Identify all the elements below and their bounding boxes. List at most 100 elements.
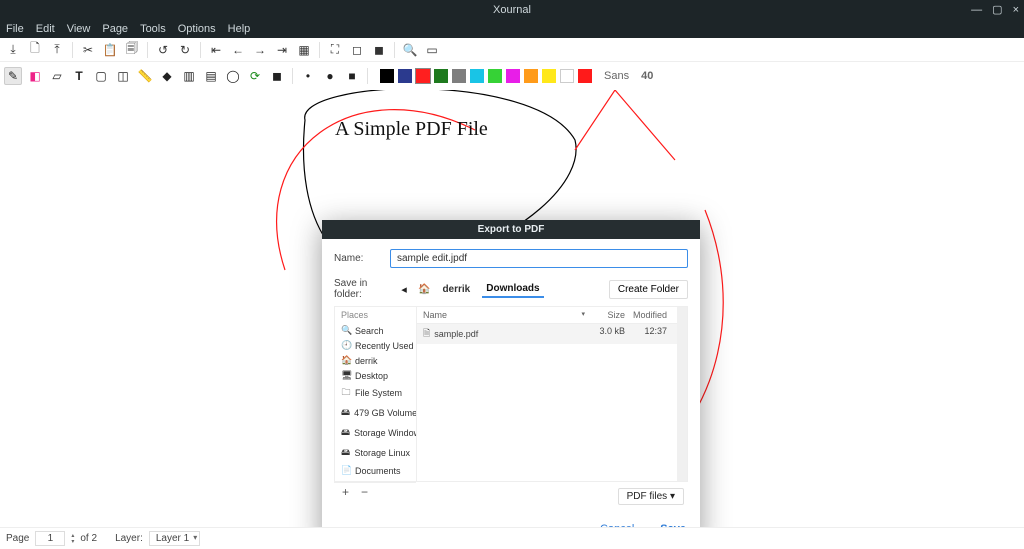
color-green[interactable]	[434, 69, 448, 83]
minimize-button[interactable]: —	[971, 0, 982, 20]
place-documents[interactable]: 📄Documents	[335, 463, 416, 478]
menu-edit[interactable]: Edit	[36, 23, 55, 35]
save-in-folder-label: Save in folder:	[334, 278, 390, 300]
place-desktop[interactable]: 🖥Desktop	[335, 368, 416, 383]
redo-icon[interactable]: ↻	[176, 41, 194, 59]
export-pdf-dialog: Export to PDF Name: Save in folder: ◂ 🏠 …	[322, 220, 700, 530]
menu-view[interactable]: View	[67, 23, 91, 35]
file-row[interactable]: 🗎sample.pdf 3.0 kB 12:37	[417, 324, 677, 344]
color-lime[interactable]	[488, 69, 502, 83]
place-recent[interactable]: 🕘Recently Used	[335, 338, 416, 353]
page-layout-icon[interactable]: ▦	[295, 41, 313, 59]
color-red[interactable]	[416, 69, 430, 83]
cut-icon[interactable]: ✂	[79, 41, 97, 59]
clock-icon: 🕘	[341, 340, 351, 351]
image-tool-icon[interactable]: ▢	[92, 67, 110, 85]
column-modified[interactable]: Modified	[625, 310, 671, 320]
menu-options[interactable]: Options	[178, 23, 216, 35]
last-page-icon[interactable]: ⇥	[273, 41, 291, 59]
hand-tool-icon[interactable]: ◯	[224, 67, 242, 85]
place-search[interactable]: 🔍Search	[335, 323, 416, 338]
place-storage-windows[interactable]: 🖴Storage Windows	[335, 423, 416, 443]
place-filesystem[interactable]: 🗀File System	[335, 383, 416, 403]
file-browser: Places 🔍Search 🕘Recently Used 🏠derrik 🖥D…	[334, 306, 688, 482]
zoom-in-icon[interactable]: ◼	[370, 41, 388, 59]
zoom-out-icon[interactable]: ◻	[348, 41, 366, 59]
places-header: Places	[335, 307, 416, 323]
page-total: of 2	[80, 533, 97, 544]
breadcrumb-home[interactable]: derrik	[438, 282, 474, 297]
fit-width-icon[interactable]: ▭	[423, 41, 441, 59]
page-spinner[interactable]: ▴▾	[71, 533, 74, 545]
font-size-value[interactable]: 40	[641, 70, 653, 82]
paste-icon[interactable]: 🗐	[123, 41, 141, 59]
color-orange[interactable]	[524, 69, 538, 83]
file-filter-dropdown[interactable]: PDF files ▾	[618, 488, 684, 505]
separator	[394, 42, 395, 58]
undo-icon[interactable]: ↺	[154, 41, 172, 59]
stroke-med-icon[interactable]: ●	[321, 67, 339, 85]
add-bookmark-icon[interactable]: +	[342, 485, 349, 503]
color-white[interactable]	[560, 69, 574, 83]
maximize-button[interactable]: ▢	[992, 0, 1002, 20]
file-name: sample.pdf	[434, 329, 478, 339]
stroke-thin-icon[interactable]: •	[299, 67, 317, 85]
disk-icon: 🖴	[341, 405, 350, 421]
default-tool-icon[interactable]: ◼	[268, 67, 286, 85]
close-button[interactable]: ×	[1013, 0, 1019, 20]
select-rect-icon[interactable]: ▥	[180, 67, 198, 85]
first-page-icon[interactable]: ⇤	[207, 41, 225, 59]
highlighter-tool-icon[interactable]: ▱	[48, 67, 66, 85]
place-music[interactable]: ♫Music	[335, 478, 416, 481]
eraser-tool-icon[interactable]: ◧	[26, 67, 44, 85]
color-blue[interactable]	[398, 69, 412, 83]
canvas-area[interactable]: A Simple PDF File Export to PDF Name: Sa…	[0, 90, 1024, 530]
column-name[interactable]: Name	[423, 310, 581, 320]
vertical-space-icon[interactable]: ▤	[202, 67, 220, 85]
file-size: 3.0 kB	[585, 326, 625, 342]
open-icon[interactable]: ⤒	[48, 41, 66, 59]
pen-tool-icon[interactable]: ✎	[4, 67, 22, 85]
dialog-titlebar: Export to PDF	[322, 220, 700, 239]
color-yellow[interactable]	[542, 69, 556, 83]
place-volume[interactable]: 🖴479 GB Volume	[335, 403, 416, 423]
fullscreen-icon[interactable]: ⛶	[326, 41, 344, 59]
ruler-icon[interactable]: 📏	[136, 67, 154, 85]
layer-dropdown[interactable]: Layer 1	[149, 531, 200, 546]
prev-page-icon[interactable]: ←	[229, 41, 247, 59]
menu-file[interactable]: File	[6, 23, 24, 35]
file-scrollbar[interactable]	[677, 307, 687, 481]
color-magenta[interactable]	[506, 69, 520, 83]
color-cyan[interactable]	[470, 69, 484, 83]
text-tool-icon[interactable]: T	[70, 67, 88, 85]
color-red2[interactable]	[578, 69, 592, 83]
disk-icon: 🖴	[341, 425, 350, 441]
stroke-thick-icon[interactable]: ■	[343, 67, 361, 85]
color-grey[interactable]	[452, 69, 466, 83]
breadcrumb-back-icon[interactable]: ◂	[398, 283, 410, 296]
color-black[interactable]	[380, 69, 394, 83]
copy-icon[interactable]: 📋	[101, 41, 119, 59]
zoom-tool-icon[interactable]: 🔍	[401, 41, 419, 59]
breadcrumb-downloads[interactable]: Downloads	[482, 281, 543, 298]
separator	[319, 42, 320, 58]
column-size[interactable]: Size	[585, 310, 625, 320]
menu-help[interactable]: Help	[228, 23, 251, 35]
select-region-icon[interactable]: ◆	[158, 67, 176, 85]
new-doc-icon[interactable]: 🗋	[26, 41, 44, 59]
filename-input[interactable]	[390, 249, 688, 268]
page-number-input[interactable]: 1	[35, 531, 65, 546]
reload-icon[interactable]: ⟳	[246, 67, 264, 85]
place-home[interactable]: 🏠derrik	[335, 353, 416, 368]
font-name-label[interactable]: Sans	[604, 70, 629, 82]
remove-bookmark-icon[interactable]: −	[361, 485, 368, 503]
shape-recognizer-icon[interactable]: ◫	[114, 67, 132, 85]
menu-page[interactable]: Page	[102, 23, 128, 35]
place-storage-linux[interactable]: 🖴Storage Linux	[335, 443, 416, 463]
tool-row: ✎ ◧ ▱ T ▢ ◫ 📏 ◆ ▥ ▤ ◯ ⟳ ◼ • ● ■ Sans 40	[0, 62, 1024, 90]
document-title-text: A Simple PDF File	[335, 118, 488, 141]
next-page-icon[interactable]: →	[251, 41, 269, 59]
menu-tools[interactable]: Tools	[140, 23, 166, 35]
save-icon[interactable]: ⤓	[4, 41, 22, 59]
create-folder-button[interactable]: Create Folder	[609, 280, 688, 299]
